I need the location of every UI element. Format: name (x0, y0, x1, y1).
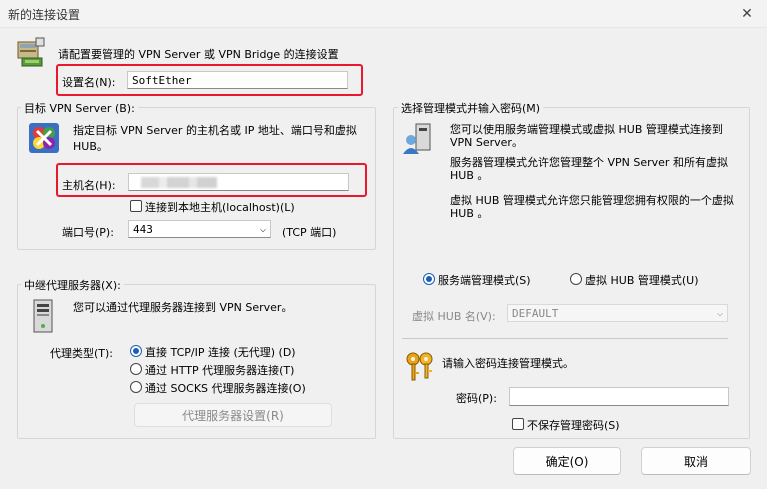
no-save-password-label: 不保存管理密码(S) (527, 419, 620, 432)
password-prompt: 请输入密码连接管理模式。 (442, 357, 574, 370)
hub-mode-radio[interactable] (570, 273, 582, 285)
proxy-direct-radio[interactable] (130, 345, 142, 357)
target-server-group-title: 目标 VPN Server (B): (21, 100, 138, 116)
mode-description-1: 您可以使用服务端管理模式或虚拟 HUB 管理模式连接到 VPN Server。 (450, 123, 723, 149)
close-button[interactable]: ✕ (727, 0, 767, 28)
host-name-label: 主机名(H): (62, 179, 116, 192)
chevron-down-icon: ⌵ (259, 224, 266, 235)
localhost-checkbox[interactable] (130, 200, 142, 212)
close-icon: ✕ (741, 6, 753, 22)
password-label: 密码(P): (456, 392, 497, 405)
proxy-type-label: 代理类型(T): (50, 347, 114, 360)
hub-mode-label: 虚拟 HUB 管理模式(U) (585, 274, 699, 287)
proxy-direct-label: 直接 TCP/IP 连接 (无代理) (D) (145, 346, 296, 359)
ok-button[interactable]: 确定(O) (513, 447, 621, 475)
proxy-description: 您可以通过代理服务器连接到 VPN Server。 (73, 301, 293, 314)
window-title: 新的连接设置 (8, 8, 81, 22)
setting-name-label: 设置名(N): (62, 76, 116, 89)
proxy-group-title: 中继代理服务器(X): (21, 277, 124, 293)
no-save-password-checkbox[interactable] (512, 418, 524, 430)
mode-group-title: 选择管理模式并输入密码(M) (398, 100, 544, 116)
proxy-http-label: 通过 HTTP 代理服务器连接(T) (145, 364, 295, 377)
mode-description-2: 服务器管理模式允许您管理整个 VPN Server 和所有虚拟 HUB 。 (450, 156, 728, 182)
port-label: 端口号(P): (62, 226, 114, 239)
server-user-icon (402, 122, 436, 156)
port-suffix: (TCP 端口) (282, 226, 337, 239)
proxy-socks-label: 通过 SOCKS 代理服务器连接(O) (145, 382, 306, 395)
computer-tower-icon (30, 298, 56, 334)
title-bar: 新的连接设置 ✕ (0, 0, 767, 28)
target-description: 指定目标 VPN Server 的主机名或 IP 地址、端口号和虚拟 HUB。 (73, 124, 357, 153)
mode-divider (402, 338, 728, 339)
chevron-down-icon: ⌵ (716, 308, 723, 319)
hub-name-combobox[interactable]: DEFAULT ⌵ (507, 304, 728, 322)
keys-icon (404, 350, 436, 382)
proxy-settings-button[interactable]: 代理服务器设置(R) (134, 403, 332, 427)
redacted-host-mask (141, 177, 217, 188)
localhost-label: 连接到本地主机(localhost)(L) (145, 201, 295, 214)
server-config-icon (14, 36, 46, 68)
vpn-target-icon (28, 122, 60, 154)
cancel-button[interactable]: 取消 (641, 447, 751, 475)
port-combobox[interactable]: 443 ⌵ (128, 220, 271, 238)
proxy-socks-radio[interactable] (130, 381, 142, 393)
hub-name-value: DEFAULT (512, 307, 559, 320)
proxy-http-radio[interactable] (130, 363, 142, 375)
header-description: 请配置要管理的 VPN Server 或 VPN Bridge 的连接设置 (58, 48, 339, 61)
server-mode-label: 服务端管理模式(S) (438, 274, 531, 287)
port-value: 443 (133, 223, 153, 236)
hub-name-label: 虚拟 HUB 名(V): (412, 310, 496, 323)
mode-description-3: 虚拟 HUB 管理模式允许您只能管理您拥有权限的一个虚拟 HUB 。 (450, 194, 734, 220)
server-mode-radio[interactable] (423, 273, 435, 285)
setting-name-input[interactable]: SoftEther (127, 71, 348, 89)
password-input[interactable] (509, 387, 729, 406)
